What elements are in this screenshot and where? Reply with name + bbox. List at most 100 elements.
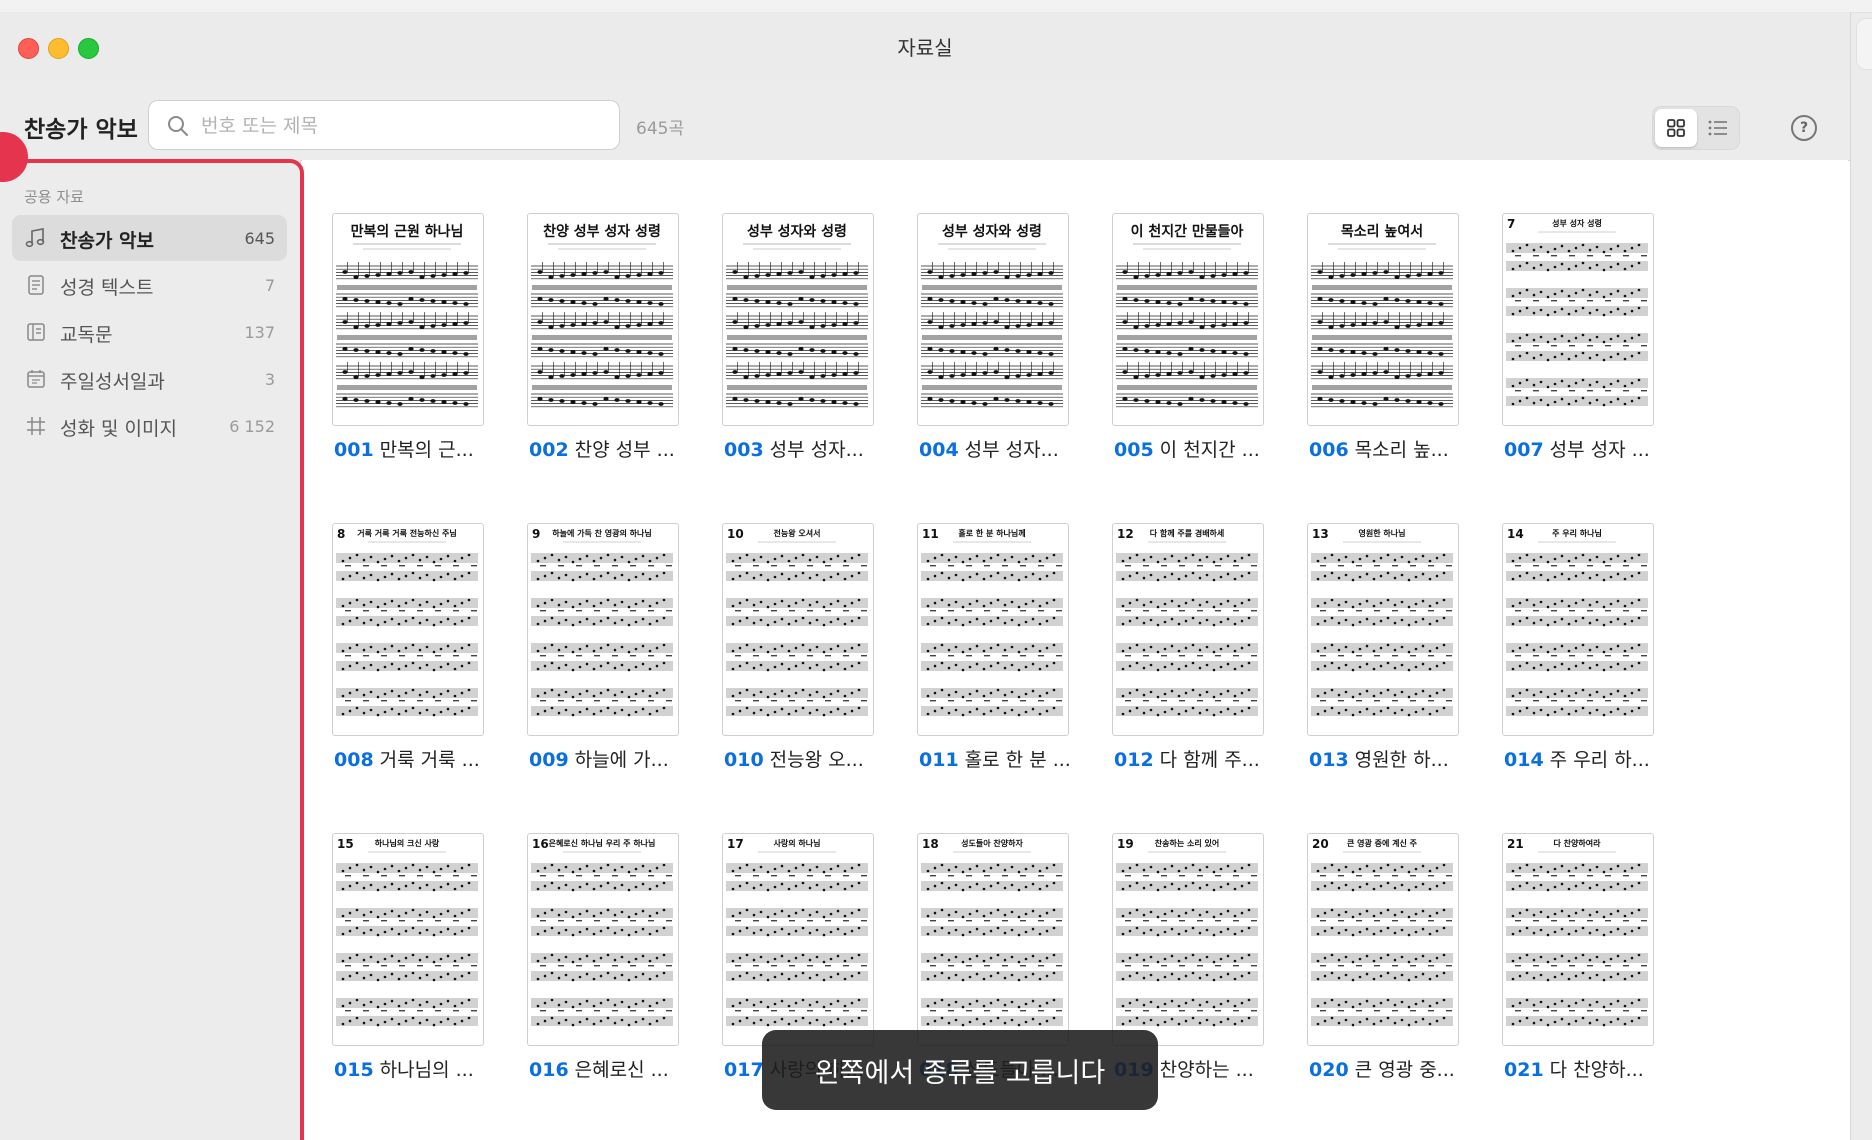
hymn-number: 014	[1504, 749, 1544, 771]
grid-hash-icon	[27, 417, 45, 435]
search-field[interactable]	[148, 100, 620, 150]
hymn-caption: 020 큰 영광 중...	[1309, 1055, 1484, 1082]
hymn-sheet-thumbnail[interactable]: 20 큰 영광 중에 계신 주	[1307, 833, 1459, 1046]
sheet-number-text: 20	[1312, 837, 1329, 851]
help-icon: ?	[1799, 120, 1809, 136]
sidebar-item-count: 137	[244, 323, 275, 342]
hymn-number: 003	[724, 439, 764, 461]
hymn-caption: 008 거룩 거룩 ...	[334, 745, 509, 772]
hymn-sheet-thumbnail[interactable]: 성부 성자와 성령	[722, 213, 874, 426]
sheet-number-text: 15	[337, 837, 354, 851]
sheet-number-text: 7	[1507, 217, 1515, 231]
hymn-caption: 004 성부 성자...	[919, 435, 1094, 462]
hymn-caption: 009 하늘에 가...	[529, 745, 704, 772]
hymn-number: 011	[919, 749, 959, 771]
search-input[interactable]	[199, 109, 603, 143]
sheet-title-text: 홀로 한 분 하나님께	[958, 528, 1025, 538]
hymn-grid: 만복의 근원 하나님 001 만복의 근... 찬양 성부 성자 성령 002 찬양 성부…	[302, 160, 1848, 1140]
hymn-sheet-thumbnail[interactable]: 9 하늘에 가득 찬 영광의 하나님	[527, 523, 679, 736]
view-mode-toggle	[1652, 106, 1740, 150]
hymn-sheet-thumbnail[interactable]: 13 영원한 하나님	[1307, 523, 1459, 736]
sidebar-item-responsive-reading[interactable]: 교독문 137	[12, 309, 287, 355]
sidebar-item-label: 성경 텍스트	[60, 277, 154, 299]
hymn-sheet-thumbnail[interactable]: 11 홀로 한 분 하나님께	[917, 523, 1069, 736]
hymn-sheet-thumbnail[interactable]: 만복의 근원 하나님	[332, 213, 484, 426]
sidebar-item-bible-text[interactable]: 성경 텍스트 7	[12, 262, 287, 308]
sheet-title-text: 성부 성자 성령	[1552, 218, 1602, 228]
grid-icon	[1667, 119, 1685, 137]
sheet-number-text: 10	[727, 527, 744, 541]
sheet-number-text: 12	[1117, 527, 1134, 541]
sheet-title-text: 성도들아 찬양하자	[961, 838, 1023, 848]
hymn-sheet-thumbnail[interactable]: 성부 성자와 성령	[917, 213, 1069, 426]
hymn-title: 다 찬양하...	[1549, 1059, 1644, 1081]
sheet-number-text: 13	[1312, 527, 1329, 541]
sheet-number-text: 8	[337, 527, 345, 541]
hymn-title: 다 함께 주...	[1159, 749, 1260, 771]
hymn-caption: 005 이 천지간 ...	[1114, 435, 1289, 462]
list-view-button[interactable]	[1697, 109, 1739, 147]
hymn-sheet-thumbnail[interactable]: 15 하나님의 크신 사랑	[332, 833, 484, 1046]
hymn-sheet-thumbnail[interactable]: 10 전능왕 오셔서	[722, 523, 874, 736]
sheet-title-text: 영원한 하나님	[1359, 528, 1406, 538]
hymn-title: 성부 성자...	[769, 439, 864, 461]
sidebar-item-count: 645	[244, 229, 275, 248]
hymn-title: 은혜로신 ...	[574, 1059, 669, 1081]
hymn-number: 021	[1504, 1059, 1544, 1081]
sidebar-item-lectionary[interactable]: 주일성서일과 3	[12, 356, 287, 402]
sheet-title-text: 거룩 거룩 거룩 전능하신 주님	[357, 528, 456, 538]
hymn-sheet-thumbnail[interactable]: 21 다 찬양하여라	[1502, 833, 1654, 1046]
hymn-sheet-thumbnail[interactable]: 7 성부 성자 성령	[1502, 213, 1654, 426]
hymn-number: 017	[724, 1059, 764, 1081]
hymn-sheet-thumbnail[interactable]: 19 찬송하는 소리 있어	[1112, 833, 1264, 1046]
hymn-number: 005	[1114, 439, 1154, 461]
grid-view-button[interactable]	[1655, 109, 1697, 147]
calendar-icon	[27, 370, 45, 388]
hymn-title: 성부 성자 ...	[1549, 439, 1650, 461]
window-title: 자료실	[897, 36, 953, 60]
hymn-caption: 015 하나님의 ...	[334, 1055, 509, 1082]
hymn-sheet-thumbnail[interactable]: 16 은혜로신 하나님 우리 주 하나님	[527, 833, 679, 1046]
hymn-sheet-thumbnail[interactable]: 이 천지간 만물들아	[1112, 213, 1264, 426]
hymn-caption: 011 홀로 한 분 ...	[919, 745, 1094, 772]
hymn-sheet-thumbnail[interactable]: 목소리 높여서	[1307, 213, 1459, 426]
hymn-sheet-thumbnail[interactable]: 18 성도들아 찬양하자	[917, 833, 1069, 1046]
sidebar-item-count: 6 152	[229, 417, 275, 436]
list-icon	[1708, 120, 1727, 136]
hymn-title: 하늘에 가...	[574, 749, 669, 771]
title-bar: 자료실	[0, 12, 1850, 81]
hymn-number: 015	[334, 1059, 374, 1081]
hymn-sheet-thumbnail[interactable]: 8 거룩 거룩 거룩 전능하신 주님	[332, 523, 484, 736]
sidebar-item-label: 성화 및 이미지	[60, 418, 177, 440]
hymn-number: 002	[529, 439, 569, 461]
sidebar-section-header: 공용 자료	[24, 188, 84, 206]
hymn-number: 008	[334, 749, 374, 771]
hymn-number: 006	[1309, 439, 1349, 461]
hymn-title: 목소리 높...	[1354, 439, 1449, 461]
sidebar: 공용 자료 찬송가 악보 645 성경 텍스트 7 교독문 137 주일성서일과…	[0, 160, 301, 1140]
sheet-number-text: 19	[1117, 837, 1134, 851]
hymn-number: 016	[529, 1059, 569, 1081]
hymn-title: 성부 성자...	[964, 439, 1059, 461]
hymn-caption: 002 찬양 성부 ...	[529, 435, 704, 462]
hymn-caption: 012 다 함께 주...	[1114, 745, 1289, 772]
sidebar-item-hymn-scores[interactable]: 찬송가 악보 645	[12, 215, 287, 261]
hymn-title: 거룩 거룩 ...	[379, 749, 480, 771]
item-count: 645곡	[636, 119, 685, 139]
sheet-title-text: 다 함께 주를 경배하세	[1150, 528, 1225, 538]
hymn-title: 찬양하는 ...	[1159, 1059, 1254, 1081]
hymn-sheet-thumbnail[interactable]: 찬양 성부 성자 성령	[527, 213, 679, 426]
sidebar-item-label: 주일성서일과	[60, 371, 165, 393]
sheet-number-text: 21	[1507, 837, 1524, 851]
sheet-number-text: 16	[532, 837, 549, 851]
sidebar-item-label: 교독문	[60, 324, 113, 346]
hymn-sheet-thumbnail[interactable]: 14 주 우리 하나님	[1502, 523, 1654, 736]
sidebar-item-images[interactable]: 성화 및 이미지 6 152	[12, 403, 287, 449]
hymn-caption: 003 성부 성자...	[724, 435, 899, 462]
hymn-sheet-thumbnail[interactable]: 12 다 함께 주를 경배하세	[1112, 523, 1264, 736]
hymn-sheet-thumbnail[interactable]: 17 사랑의 하나님	[722, 833, 874, 1046]
hymn-caption: 016 은혜로신 ...	[529, 1055, 704, 1082]
hint-toast: 왼쪽에서 종류를 고릅니다	[762, 1030, 1158, 1110]
help-button[interactable]: ?	[1791, 115, 1817, 141]
hymn-caption: 021 다 찬양하...	[1504, 1055, 1679, 1082]
